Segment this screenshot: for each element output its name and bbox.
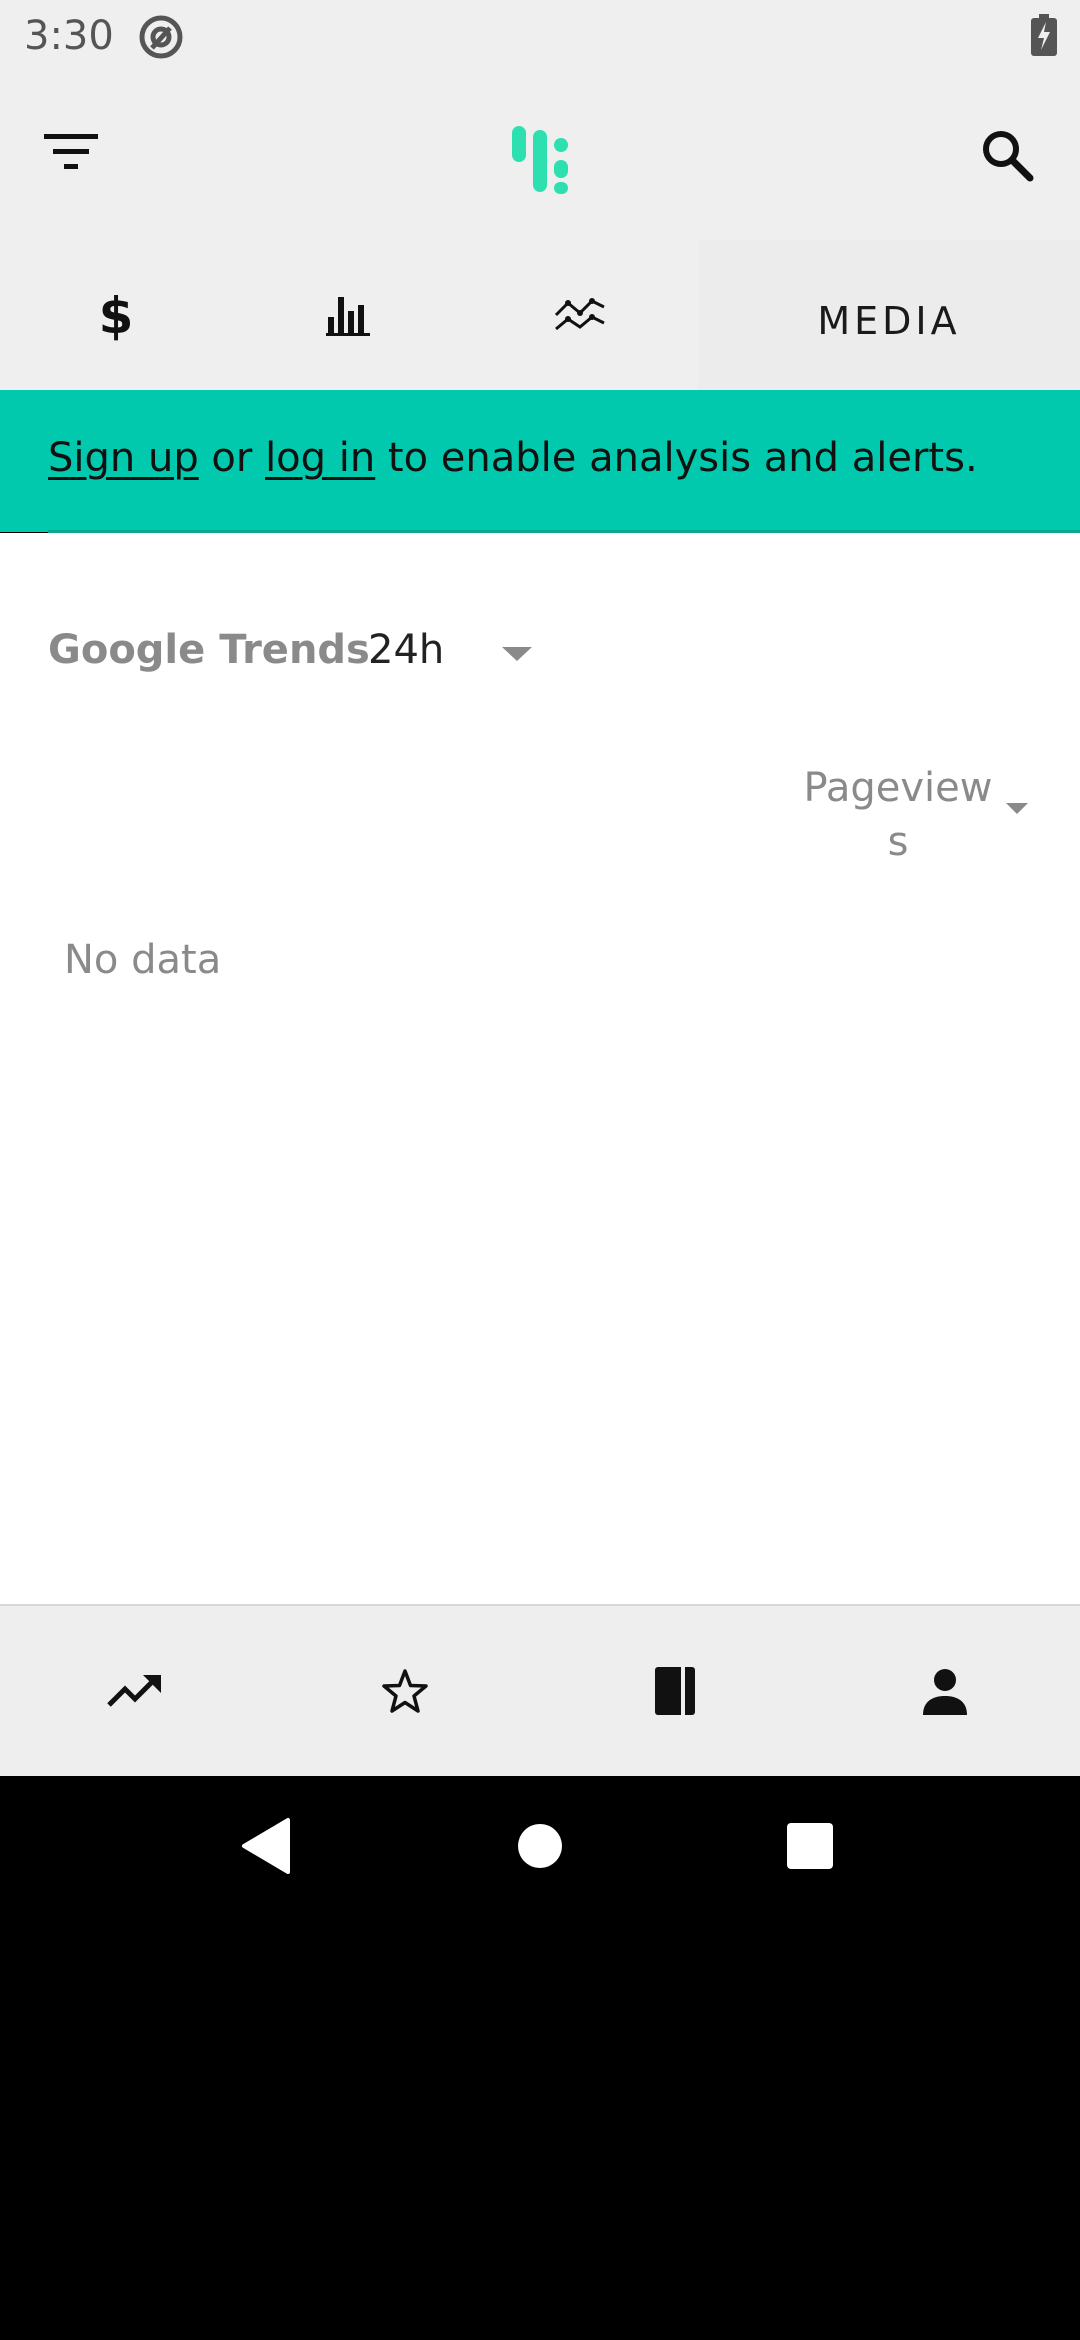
signup-link[interactable]: Sign up	[48, 435, 199, 481]
tab-finance[interactable]: $	[0, 240, 232, 390]
nav-news[interactable]	[540, 1606, 810, 1776]
bar-chart-icon	[326, 297, 370, 336]
filter-button[interactable]	[36, 124, 106, 184]
app-logo	[506, 124, 574, 196]
back-triangle-icon	[242, 1818, 290, 1874]
system-navigation-bar	[0, 1776, 1080, 1916]
search-icon	[983, 131, 1034, 182]
bottom-navigation	[0, 1604, 1080, 1776]
empty-state-text: No data	[64, 937, 222, 983]
metric-value: Pageviews	[803, 765, 993, 865]
banner-rest-text: to enable analysis and alerts.	[375, 435, 978, 481]
app-logo-icon	[512, 126, 568, 194]
trends-panel: Google Trends 24h Pageviews No data	[0, 533, 1080, 1604]
status-bar: 3:30	[0, 0, 1080, 72]
book-icon	[655, 1667, 695, 1715]
metric-dropdown[interactable]: Pageviews	[800, 761, 1040, 881]
app-screen: 3:30 $ MEDIA Sign up or log in to enable…	[0, 0, 1080, 2340]
tab-media-label: MEDIA	[817, 299, 961, 343]
time-range-dropdown[interactable]: 24h	[368, 617, 548, 689]
nav-profile[interactable]	[810, 1606, 1080, 1776]
status-time: 3:30	[24, 13, 114, 59]
nav-favorites[interactable]	[270, 1606, 540, 1776]
at-sign-icon	[138, 14, 184, 60]
system-back-button[interactable]	[238, 1816, 298, 1876]
banner-message: Sign up or log in to enable analysis and…	[48, 428, 978, 488]
battery-charging-icon	[1030, 14, 1058, 56]
recents-square-icon	[787, 1823, 833, 1869]
person-icon	[923, 1669, 967, 1715]
filter-list-icon	[44, 134, 98, 169]
line-chart-icon	[554, 298, 605, 331]
banner-or-text: or	[198, 435, 266, 481]
system-home-button[interactable]	[510, 1816, 570, 1876]
tab-media[interactable]: MEDIA	[698, 240, 1080, 390]
time-range-value: 24h	[368, 627, 445, 673]
app-bar	[0, 72, 1080, 240]
dropdown-arrow-icon	[502, 647, 532, 661]
dollar-icon: $	[99, 287, 134, 345]
system-recents-button[interactable]	[780, 1816, 840, 1876]
trends-title: Google Trends	[48, 627, 370, 673]
tab-charts[interactable]	[464, 240, 696, 390]
category-tabs: $ MEDIA	[0, 240, 1080, 390]
tab-statistics[interactable]	[232, 240, 464, 390]
login-link[interactable]: log in	[265, 435, 375, 481]
dropdown-arrow-icon	[1006, 803, 1028, 814]
nav-trending[interactable]	[0, 1606, 270, 1776]
trending-up-icon	[107, 1675, 161, 1707]
star-outline-icon	[382, 1669, 428, 1713]
home-circle-icon	[518, 1824, 562, 1868]
svg-text:$: $	[99, 287, 134, 345]
search-button[interactable]	[976, 124, 1040, 188]
signup-banner: Sign up or log in to enable analysis and…	[0, 390, 1080, 532]
